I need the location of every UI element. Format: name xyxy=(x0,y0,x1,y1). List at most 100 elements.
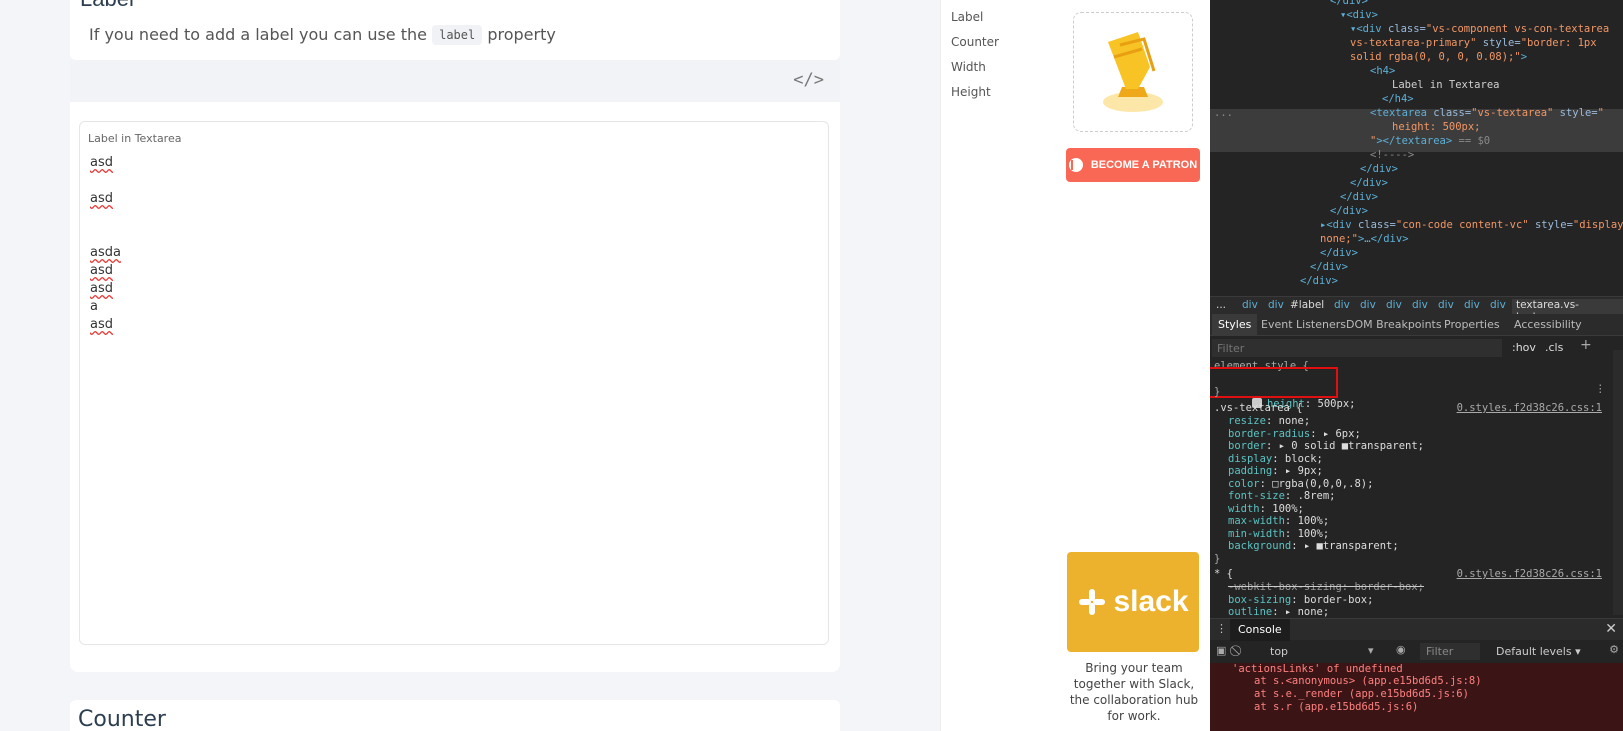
textarea-line: asd xyxy=(90,155,113,170)
styles-filter-input[interactable] xyxy=(1212,339,1502,357)
context-select[interactable]: top xyxy=(1270,645,1288,658)
css-declaration[interactable]: width: 100%; xyxy=(1228,503,1304,516)
prop-value[interactable]: 500px; xyxy=(1318,398,1356,410)
textarea-line: asd xyxy=(90,191,113,206)
tab-styles[interactable]: Styles xyxy=(1212,314,1258,336)
tab-console[interactable]: Console xyxy=(1230,619,1290,641)
textarea-label: Label in Textarea xyxy=(88,132,182,145)
textarea-line xyxy=(90,226,121,244)
css-declaration[interactable]: font-size: .8rem; xyxy=(1228,490,1336,503)
sponsor-image[interactable] xyxy=(1073,12,1193,132)
become-patron-button[interactable]: BECOME A PATRON xyxy=(1066,148,1200,182)
css-declaration[interactable]: border-radius: ▸ 6px; xyxy=(1228,428,1361,441)
textarea-line: a xyxy=(90,299,98,314)
textarea-line: asd xyxy=(90,281,113,296)
css-declaration[interactable]: border: ▸ 0 solid ■transparent; xyxy=(1228,440,1424,453)
tab-accessibility[interactable]: Accessibility xyxy=(1514,318,1582,331)
slack-icon xyxy=(1079,589,1106,615)
patreon-icon xyxy=(1068,158,1083,172)
hov-toggle[interactable]: :hov xyxy=(1512,341,1536,354)
console-error-line: 'actionsLinks' of undefined xyxy=(1232,663,1403,675)
crumb-label[interactable]: #label xyxy=(1290,299,1324,311)
toc-item-counter[interactable]: Counter xyxy=(951,35,999,49)
css-declaration[interactable]: outline: ▸ none; xyxy=(1228,606,1329,618)
drawer-menu-icon[interactable]: ⋮ xyxy=(1216,622,1227,635)
tab-event-listeners[interactable]: Event Listeners xyxy=(1261,318,1346,331)
rule-source-link[interactable]: 0.styles.f2d38c26.css:1 xyxy=(1457,402,1602,415)
crumb-div[interactable]: div xyxy=(1360,299,1376,311)
toc-item-width[interactable]: Width xyxy=(951,60,986,74)
crumb-div[interactable]: div xyxy=(1386,299,1402,311)
css-declaration[interactable]: max-width: 100%; xyxy=(1228,515,1329,528)
css-declaration[interactable]: box-sizing: border-box; xyxy=(1228,594,1373,607)
rule-selector: * { xyxy=(1214,568,1233,580)
crumb-ellipsis[interactable]: ... xyxy=(1216,299,1226,311)
dom-breadcrumb: ... div div #label div div div div div d… xyxy=(1210,296,1623,323)
textarea-line xyxy=(90,208,121,226)
css-declaration[interactable]: -webkit-box-sizing: border-box; xyxy=(1228,581,1424,594)
counter-section-card xyxy=(70,700,840,731)
rule-selector: .vs-textarea { xyxy=(1214,402,1303,414)
css-declaration[interactable]: resize: none; xyxy=(1228,415,1310,428)
devtools-subtabs: Styles Event Listeners DOM Breakpoints P… xyxy=(1210,314,1623,336)
demo-card: Label in Textarea asd asd asda asd asd a asd xyxy=(70,102,840,672)
stack-line[interactable]: at s.e._render (app.e15bd6d5.js:6) xyxy=(1254,688,1469,701)
tab-properties[interactable]: Properties xyxy=(1444,318,1500,331)
slack-ad[interactable]: slack xyxy=(1067,552,1199,652)
crumb-div[interactable]: div xyxy=(1438,299,1454,311)
code-toggle-icon[interactable]: </> xyxy=(793,70,824,90)
gear-icon[interactable]: ⚙ xyxy=(1609,643,1619,656)
crumb-div[interactable]: div xyxy=(1334,299,1350,311)
patron-label: BECOME A PATRON xyxy=(1090,159,1198,171)
css-declaration[interactable]: padding: ▸ 9px; xyxy=(1228,465,1323,478)
crumb-div[interactable]: div xyxy=(1268,299,1284,311)
more-icon[interactable]: ⋮ xyxy=(1595,383,1606,396)
css-declaration[interactable]: color: □rgba(0,0,0,.8); xyxy=(1228,478,1373,491)
elements-tree: </div> ▾<div> ▾<div class="vs-component … xyxy=(1210,0,1623,296)
drawer-tabbar: ⋮ Console ✕ xyxy=(1210,618,1623,641)
textarea-line: asd xyxy=(90,317,113,332)
stack-line[interactable]: at s.r (app.e15bd6d5.js:6) xyxy=(1254,701,1418,714)
textarea-line: asd xyxy=(90,263,113,278)
styles-pane: element.style { height: 500px; } ⋮ .vs-t… xyxy=(1210,360,1610,618)
intro-suffix: property xyxy=(487,25,556,44)
section-title-counter: Counter xyxy=(78,707,166,731)
css-declaration[interactable]: min-width: 100%; xyxy=(1228,528,1329,541)
sidebar-toggle-icon[interactable]: ▣ xyxy=(1216,644,1226,657)
stack-line[interactable]: at s.<anonymous> (app.e15bd6d5.js:8) xyxy=(1254,675,1482,688)
tab-dom-breakpoints[interactable]: DOM Breakpoints xyxy=(1346,318,1442,331)
slack-wordmark: slack xyxy=(1113,585,1189,618)
slack-ad-text: Bring your team together with Slack, the… xyxy=(1069,661,1199,723)
textarea-line xyxy=(90,172,121,190)
sponsor-logo-icon xyxy=(1103,32,1163,112)
styles-scrollbar[interactable] xyxy=(1613,350,1623,615)
css-declaration[interactable]: display: block; xyxy=(1228,453,1323,466)
crumb-div[interactable]: div xyxy=(1464,299,1480,311)
close-icon[interactable]: ✕ xyxy=(1605,621,1617,637)
toc-item-label[interactable]: Label xyxy=(951,10,983,24)
toc-item-height[interactable]: Height xyxy=(951,85,991,99)
highlight-box xyxy=(1210,367,1338,398)
intro-text: If you need to add a label you can use t… xyxy=(89,25,556,45)
sponsor-column: BECOME A PATRON slack Bring your team to… xyxy=(1060,0,1210,731)
table-of-contents: Label Counter Width Height xyxy=(940,0,1060,731)
console-filter-input[interactable]: Filter xyxy=(1420,643,1480,660)
crumb-div[interactable]: div xyxy=(1490,299,1506,311)
console-output: 'actionsLinks' of undefined at s.<anonym… xyxy=(1210,663,1623,731)
rule-source-link[interactable]: 0.styles.f2d38c26.css:1 xyxy=(1457,568,1602,581)
cls-toggle[interactable]: .cls xyxy=(1545,341,1563,354)
eye-icon[interactable]: ◉ xyxy=(1396,643,1406,656)
textarea-content[interactable]: asd asd asda asd asd a asd xyxy=(90,154,121,334)
new-rule-icon[interactable]: + xyxy=(1580,337,1592,353)
intro-prefix: If you need to add a label you can use t… xyxy=(89,25,427,44)
css-declaration[interactable]: background: ▸ ■transparent; xyxy=(1228,540,1399,553)
close-brace: } xyxy=(1214,552,1221,565)
code-bar: </> xyxy=(70,60,840,102)
textarea[interactable]: Label in Textarea asd asd asda asd asd a asd xyxy=(79,121,829,645)
crumb-div[interactable]: div xyxy=(1242,299,1258,311)
crumb-div[interactable]: div xyxy=(1412,299,1428,311)
levels-select[interactable]: Default levels ▾ xyxy=(1496,645,1581,658)
devtools-panel: </div> ▾<div> ▾<div class="vs-component … xyxy=(1210,0,1623,731)
chevron-down-icon[interactable]: ▾ xyxy=(1368,644,1374,657)
section-title-label: Label xyxy=(80,0,134,12)
